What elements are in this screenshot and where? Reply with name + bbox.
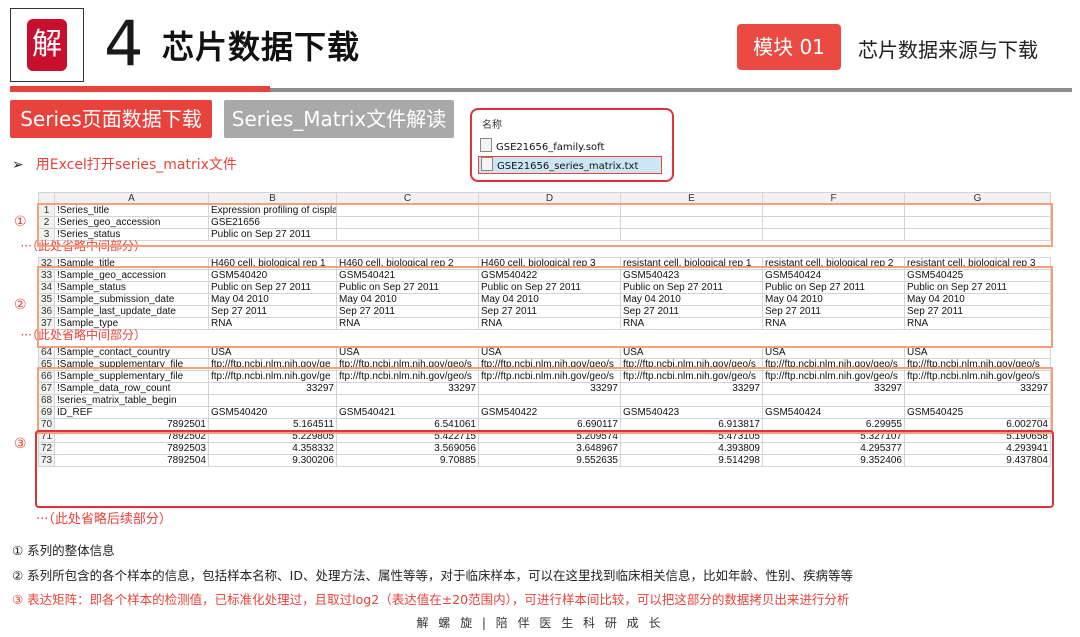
row-number[interactable]: 64 [38, 346, 55, 359]
section-frame-samples [37, 266, 1053, 348]
sheet-cell[interactable]: USA [620, 346, 763, 359]
module-subtitle: 芯片数据来源与下载 [858, 38, 1038, 62]
header-divider [270, 88, 1072, 92]
note-3: ③ 表达矩阵：即各个样本的检测值，已标准化处理过，且取过log2（表达值在±20… [12, 592, 850, 607]
file-name: GSE21656_family.soft [496, 142, 605, 153]
chapter-number: 4 [104, 7, 144, 80]
file-list-popup: 名称 GSE21656_family.soft GSE21656_series_… [470, 108, 674, 182]
section-marker-2: ② [14, 297, 27, 313]
sheet-cell[interactable]: USA [904, 346, 1051, 359]
file-item-series-matrix[interactable]: GSE21656_series_matrix.txt [478, 156, 662, 174]
document-icon [480, 138, 492, 152]
header-divider-accent [10, 86, 270, 92]
logo-seal: 解 [27, 19, 67, 71]
section-frame-samples-2 [37, 367, 1053, 434]
section-marker-1: ① [14, 214, 27, 230]
sheet-cell[interactable]: USA [478, 346, 621, 359]
tab-series-download[interactable]: Series页面数据下载 [10, 100, 212, 138]
omit-tail-label: ···（此处省略后续部分） [36, 512, 172, 527]
tab-series-matrix[interactable]: Series_Matrix文件解读 [224, 100, 454, 138]
footer: 解 螺 旋 | 陪 伴 医 生 科 研 成 长 [416, 616, 664, 630]
document-icon [481, 157, 493, 171]
section-frame-series [37, 203, 1053, 247]
section-marker-3: ③ [14, 436, 27, 452]
sheet-cell[interactable]: USA [208, 346, 337, 359]
sheet-cell[interactable]: USA [762, 346, 905, 359]
intro-text: 用Excel打开series_matrix文件 [35, 157, 237, 173]
chapter-title: 芯片数据下载 [162, 28, 361, 66]
file-list-header: 名称 [482, 120, 502, 131]
arrow-bullet-icon: ➢ [12, 157, 24, 173]
note-1: ① 系列的整体信息 [12, 543, 115, 558]
note-2: ② 系列所包含的各个样本的信息，包括样本名称、ID、处理方法、属性等等，对于临床… [12, 568, 853, 583]
sheet-cell[interactable]: USA [336, 346, 479, 359]
sheet-row: 64 !Sample_contact_country USA USA USA USA USA… [38, 346, 1051, 359]
sheet-cell[interactable]: !Sample_contact_country [54, 346, 209, 359]
file-name: GSE21656_series_matrix.txt [497, 161, 639, 172]
logo: 解 [10, 8, 84, 82]
intro-line: ➢ 用Excel打开series_matrix文件 [12, 154, 237, 174]
module-badge: 模块 01 [737, 24, 841, 70]
section-frame-expression [35, 430, 1054, 508]
file-item-family-soft[interactable]: GSE21656_family.soft [480, 138, 604, 154]
